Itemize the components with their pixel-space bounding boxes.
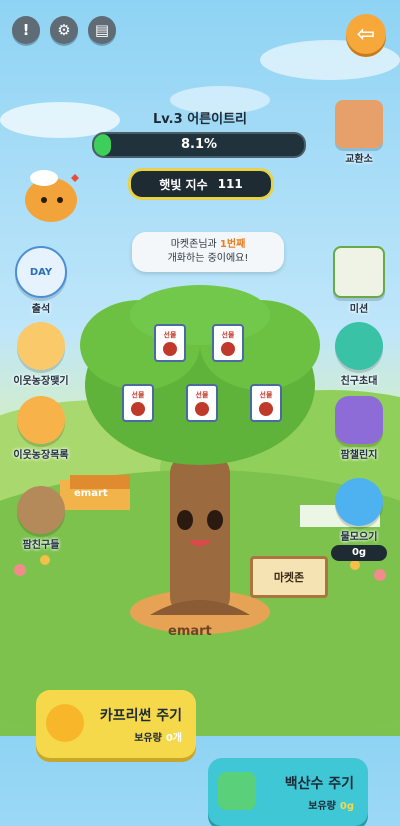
gift-label: 선물 [221,331,235,339]
ground-brand-text: emart [168,624,212,639]
farm-friends-item[interactable]: 팜친구들 [6,486,76,551]
calendar-badge: DAY [29,266,53,278]
bubble-highlight: 1번째 [219,239,246,250]
water-amount: 0g [331,545,387,561]
notice-icon[interactable]: ! [12,16,40,44]
top-toolbar: ! ⚙ ▤ [12,16,116,44]
market-zone-sign[interactable]: 마켓존 [250,556,328,598]
farm-friends-icon [17,486,65,534]
attendance-item[interactable]: DAY 출석 [6,246,76,315]
gift-box[interactable]: 선물 [186,384,218,422]
calendar-icon: DAY [15,246,67,298]
capri-holding: 보유량 0개 [134,729,182,744]
store-brand-text: emart [74,488,108,499]
flying-mascot[interactable] [16,160,86,230]
gift-box[interactable]: 선물 [250,384,282,422]
give-capri-sun-button[interactable]: 카프리썬 주기 보유량 0개 [36,690,196,758]
attendance-label: 출석 [31,304,51,315]
gift-label: 선물 [131,391,145,399]
neighbor-list-item[interactable]: 이웃농장목록 [6,396,76,461]
back-button[interactable]: ⇦ [346,14,386,54]
exchange-item[interactable]: 교환소 [324,100,394,165]
gift-box[interactable]: 선물 [154,324,186,362]
farm-challenge-item[interactable]: 팜챌린지 [324,396,394,461]
give-baeksansu-button[interactable]: 백산수 주기 보유량 0g [208,758,368,826]
invite-friends-icon [335,322,383,370]
mission-item[interactable]: 미션 [324,246,394,315]
capri-holding-label: 보유량 [134,732,162,744]
sun-icon [46,704,84,742]
neighbor-list-label: 이웃농장목록 [13,450,69,461]
water-drop-icon [335,478,383,526]
baeksansu-holding: 보유량 0g [308,797,354,812]
sunlight-index: 햇빛 지수 111 [128,168,274,200]
invite-friend-label: 친구초대 [340,376,378,387]
baeksansu-holding-value: 0g [339,800,354,812]
sunlight-label: 햇빛 지수 [159,177,208,192]
watering-can-icon [218,772,256,810]
neighbor-connect-label: 이웃농장맺기 [13,376,69,387]
gift-box[interactable]: 선물 [212,324,244,362]
farm-friends-label: 팜친구들 [22,540,60,551]
book-icon[interactable]: ▤ [88,16,116,44]
baeksansu-holding-label: 보유량 [308,800,336,812]
gift-box[interactable]: 선물 [122,384,154,422]
neighbor-list-icon [17,396,65,444]
exchange-label: 교환소 [345,154,373,165]
back-arrow-icon: ⇦ [356,21,376,47]
neighbor-friends-icon [17,322,65,370]
neighbor-connect-item[interactable]: 이웃농장맺기 [6,322,76,387]
gift-label: 선물 [163,331,177,339]
sunlight-value: 111 [217,177,243,191]
gear-icon[interactable]: ⚙ [50,16,78,44]
bubble-text-b: 개화하는 중이에요! [167,253,249,264]
growth-progress-bar: 8.1% [92,132,306,158]
mission-label: 미션 [349,304,369,315]
exchange-shop-icon [335,100,383,148]
capri-holding-value: 0개 [165,732,182,744]
collect-water-label: 물모으기 [340,532,378,543]
gift-label: 선물 [259,391,273,399]
invite-friend-item[interactable]: 친구초대 [324,322,394,387]
baeksansu-title: 백산수 주기 [284,775,354,792]
capri-title: 카프리썬 주기 [99,707,182,724]
tree-level-title: Lv.3 어른이트리 [152,112,247,127]
farm-challenge-label: 팜챌린지 [340,450,378,461]
bubble-text-a: 마켓존님과 [170,239,220,250]
gift-label: 선물 [195,391,209,399]
gamepad-icon [335,396,383,444]
tree-speech-bubble: 마켓존님과 1번째 개화하는 중이에요! [132,232,284,272]
progress-text: 8.1% [180,137,218,152]
collect-water-item[interactable]: 물모으기 0g [324,478,394,561]
checklist-icon [333,246,385,298]
